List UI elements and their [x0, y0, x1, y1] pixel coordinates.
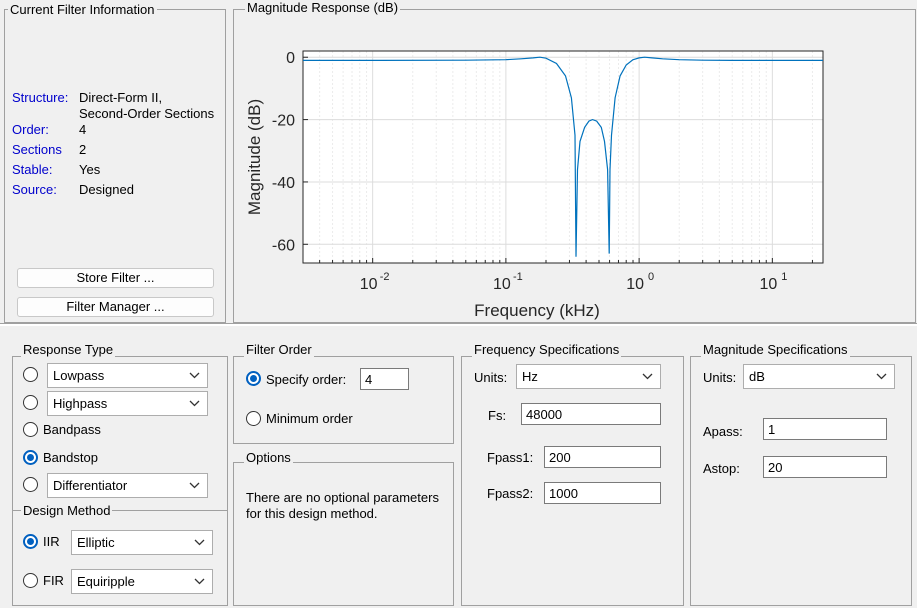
- filter-order-panel: [233, 356, 454, 444]
- filter-manager-button[interactable]: Filter Manager ...: [17, 297, 214, 317]
- mag-units-value: dB: [749, 369, 765, 384]
- fir-label[interactable]: FIR: [43, 573, 64, 588]
- x-tick-label: 10: [493, 276, 511, 293]
- design-method-title: Design Method: [21, 503, 113, 518]
- x-tick-label-exponent: -1: [513, 271, 523, 283]
- minimum-order-radio[interactable]: [246, 411, 261, 426]
- chevron-down-icon: [194, 570, 205, 585]
- bandstop-label[interactable]: Bandstop: [43, 450, 98, 465]
- magnitude-chart: 0-20-40-6010 -2 10 -1 10 0 10 1 Frequency (kHz)…: [245, 50, 824, 320]
- current-filter-title: Current Filter Information: [8, 2, 157, 17]
- specify-order-label[interactable]: Specify order:: [266, 372, 346, 387]
- options-text-line2: for this design method.: [246, 506, 378, 521]
- iir-method-select[interactable]: Elliptic: [71, 530, 213, 555]
- store-filter-button[interactable]: Store Filter ...: [17, 268, 214, 288]
- source-label: Source:: [12, 182, 57, 197]
- minimum-order-label[interactable]: Minimum order: [266, 411, 353, 426]
- lowpass-select[interactable]: Lowpass: [47, 363, 208, 388]
- iir-method-value: Elliptic: [77, 535, 115, 550]
- astop-label: Astop:: [703, 461, 740, 476]
- plot-area: [303, 51, 823, 263]
- astop-input[interactable]: [763, 456, 887, 478]
- stable-value: Yes: [79, 162, 101, 177]
- chevron-down-icon: [642, 365, 653, 380]
- magnitude-spec-panel: [690, 356, 912, 606]
- x-tick-label-exponent: -2: [380, 271, 390, 283]
- differentiator-select-value: Differentiator: [53, 478, 128, 493]
- structure-label: Structure:: [12, 90, 69, 105]
- sections-label: Sections: [12, 142, 62, 157]
- magnitude-spec-title: Magnitude Specifications: [701, 342, 850, 357]
- fs-input[interactable]: [521, 403, 661, 425]
- response-type-title: Response Type: [21, 342, 116, 357]
- fpass1-input[interactable]: [544, 446, 661, 468]
- options-panel: [233, 462, 454, 606]
- chevron-down-icon: [876, 365, 887, 380]
- bandpass-radio[interactable]: [23, 422, 38, 437]
- y-tick-label: -40: [272, 175, 295, 192]
- x-axis-label: Frequency (kHz): [474, 301, 600, 320]
- x-tick-label: 10: [759, 276, 777, 293]
- options-title: Options: [244, 450, 293, 465]
- order-value: 4: [79, 122, 87, 137]
- pane-separator: [0, 323, 917, 326]
- order-input[interactable]: [360, 368, 409, 390]
- frequency-spec-panel: [461, 356, 684, 606]
- mag-units-label: Units:: [703, 370, 737, 385]
- chevron-down-icon: [189, 392, 200, 407]
- y-tick-label: -60: [272, 237, 295, 254]
- y-tick-label: 0: [286, 50, 295, 67]
- fir-radio[interactable]: [23, 573, 38, 588]
- apass-label: Apass:: [703, 424, 743, 439]
- mag-units-select[interactable]: dB: [743, 364, 895, 389]
- x-tick-label-exponent: 1: [781, 271, 787, 283]
- fpass2-label: Fpass2:: [487, 486, 534, 501]
- chevron-down-icon: [194, 531, 205, 546]
- bandstop-radio[interactable]: [23, 450, 38, 465]
- freq-units-value: Hz: [522, 369, 538, 384]
- freq-units-label: Units:: [474, 370, 508, 385]
- highpass-select-value: Highpass: [53, 396, 108, 411]
- frequency-spec-title: Frequency Specifications: [472, 342, 622, 357]
- sections-value: 2: [79, 142, 87, 157]
- fir-method-value: Equiripple: [77, 574, 135, 589]
- structure-value-line1: Direct-Form II,: [79, 90, 163, 105]
- source-value: Designed: [79, 182, 134, 197]
- options-text-line1: There are no optional parameters: [246, 490, 439, 505]
- x-tick-label-exponent: 0: [648, 271, 654, 283]
- bandpass-label[interactable]: Bandpass: [43, 422, 101, 437]
- fpass2-input[interactable]: [544, 482, 661, 504]
- structure-value-line2: Second-Order Sections: [79, 106, 215, 121]
- x-tick-label: 10: [360, 276, 378, 293]
- differentiator-select[interactable]: Differentiator: [47, 473, 208, 498]
- differentiator-radio[interactable]: [23, 477, 38, 492]
- order-label: Order:: [12, 122, 49, 137]
- apass-input[interactable]: [763, 418, 887, 440]
- fpass1-label: Fpass1:: [487, 450, 534, 465]
- lowpass-radio[interactable]: [23, 367, 38, 382]
- x-tick-label: 10: [626, 276, 644, 293]
- iir-label[interactable]: IIR: [43, 534, 60, 549]
- iir-radio[interactable]: [23, 534, 38, 549]
- lowpass-select-value: Lowpass: [53, 368, 105, 383]
- filter-order-title: Filter Order: [244, 342, 314, 357]
- y-tick-label: -20: [272, 113, 295, 130]
- specify-order-radio[interactable]: [246, 371, 261, 386]
- fs-label: Fs:: [488, 408, 507, 423]
- highpass-radio[interactable]: [23, 395, 38, 410]
- chevron-down-icon: [189, 474, 200, 489]
- fir-method-select[interactable]: Equiripple: [71, 569, 213, 594]
- y-axis-label: Magnitude (dB): [245, 99, 264, 215]
- freq-units-select[interactable]: Hz: [516, 364, 661, 389]
- highpass-select[interactable]: Highpass: [47, 391, 208, 416]
- chevron-down-icon: [189, 364, 200, 379]
- stable-label: Stable:: [12, 162, 53, 177]
